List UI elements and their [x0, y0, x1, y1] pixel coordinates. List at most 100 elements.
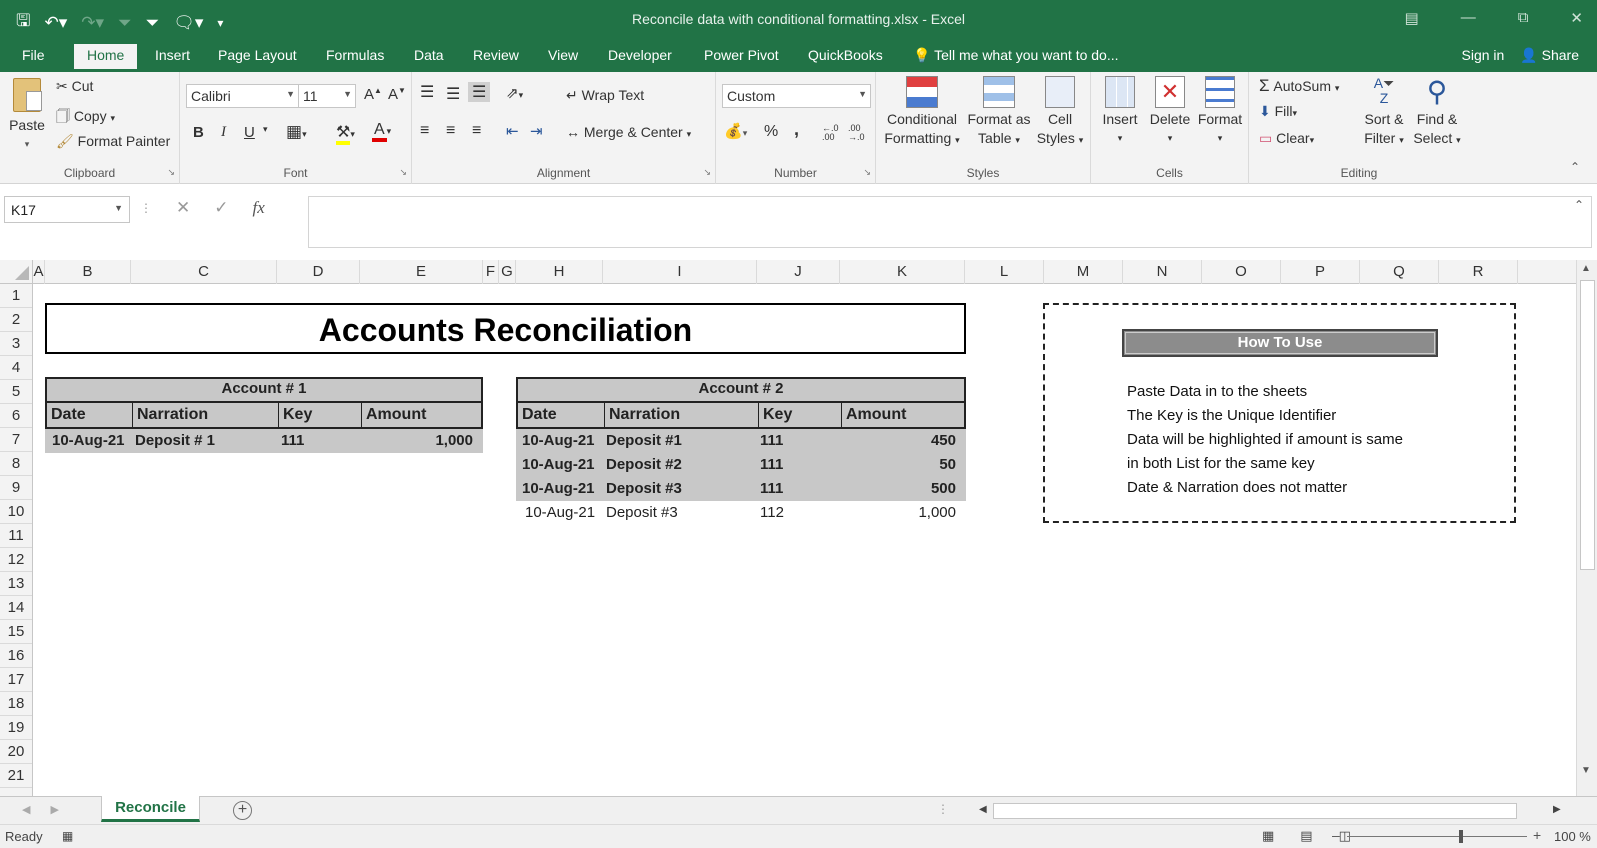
table-row[interactable]: 10-Aug-21 Deposit #1 111 450	[516, 429, 966, 453]
worksheet-grid[interactable]: A B C D E F G H I J K L M N O P Q R 1 2 …	[0, 260, 1597, 796]
zoom-out-icon[interactable]: –	[1332, 827, 1340, 843]
dialog-launcher-icon[interactable]: ↘	[167, 167, 175, 178]
column-header[interactable]: L	[965, 260, 1044, 284]
scroll-left-icon[interactable]: ◀	[979, 804, 987, 815]
column-header[interactable]: P	[1281, 260, 1360, 284]
page-layout-view-icon[interactable]: ▤	[1300, 828, 1312, 844]
column-header[interactable]: J	[757, 260, 840, 284]
horizontal-scrollbar[interactable]: ◀ ▶	[975, 801, 1567, 821]
column-header[interactable]: G	[499, 260, 516, 284]
bold-button[interactable]: B	[193, 124, 204, 141]
scroll-thumb[interactable]	[993, 803, 1517, 819]
vertical-scrollbar[interactable]: ▲ ▼	[1576, 260, 1597, 796]
tab-developer[interactable]: Developer	[608, 47, 672, 63]
row-header[interactable]: 13	[0, 572, 32, 596]
column-label-date[interactable]: Date	[47, 403, 133, 427]
account-1-heading[interactable]: Account # 1	[45, 377, 483, 403]
find-select-button[interactable]: ⚲ Find & Select ▾	[1411, 76, 1463, 150]
row-header[interactable]: 3	[0, 332, 32, 356]
column-header[interactable]: R	[1439, 260, 1518, 284]
account-2-heading[interactable]: Account # 2	[516, 377, 966, 403]
column-header[interactable]: F	[483, 260, 499, 284]
delete-cells-button[interactable]: ✕ Delete ▾	[1145, 76, 1195, 148]
zoom-in-icon[interactable]: +	[1533, 827, 1541, 843]
autosum-button[interactable]: Σ AutoSum ▾	[1259, 76, 1339, 96]
fill-button[interactable]: ⬇ Fill▾	[1259, 103, 1297, 120]
column-label-narration[interactable]: Narration	[605, 403, 759, 427]
row-header[interactable]: 10	[0, 500, 32, 524]
tab-file[interactable]: File	[22, 47, 45, 63]
enter-icon[interactable]: ✓	[214, 198, 228, 218]
row-header[interactable]: 14	[0, 596, 32, 620]
dialog-launcher-icon[interactable]: ↘	[399, 167, 407, 178]
column-label-date[interactable]: Date	[518, 403, 605, 427]
column-header[interactable]: I	[603, 260, 757, 284]
scroll-up-icon[interactable]: ▲	[1581, 263, 1591, 274]
column-header[interactable]: N	[1123, 260, 1202, 284]
column-header[interactable]: C	[131, 260, 277, 284]
number-format-combo[interactable]: Custom ▼	[722, 84, 871, 108]
table-row[interactable]: 10-Aug-21 Deposit #3 112 1,000	[516, 501, 966, 525]
tab-power-pivot[interactable]: Power Pivot	[704, 47, 779, 63]
tab-formulas[interactable]: Formulas	[326, 47, 384, 63]
row-header[interactable]: 6	[0, 404, 32, 428]
cell-styles-button[interactable]: Cell Styles ▾	[1034, 76, 1086, 150]
row-header[interactable]: 1	[0, 284, 32, 308]
sheet-next-icon[interactable]: ▶	[50, 803, 58, 816]
tab-quickbooks[interactable]: QuickBooks	[808, 47, 883, 63]
collapse-ribbon-icon[interactable]: ⌃	[1570, 160, 1580, 174]
column-label-key[interactable]: Key	[759, 403, 842, 427]
formula-input[interactable]	[308, 196, 1592, 248]
split-grip-icon[interactable]: ⋮	[937, 802, 949, 816]
font-name-combo[interactable]: Calibri ▼	[186, 84, 299, 108]
cancel-icon[interactable]: ✕	[176, 198, 190, 218]
decrease-decimal-icon[interactable]: .00 →.0	[848, 124, 865, 142]
increase-indent-icon[interactable]: ⇥	[530, 122, 543, 140]
cut-button[interactable]: ✂ Cut	[56, 78, 93, 95]
align-left-icon[interactable]: ≡	[420, 122, 429, 140]
row-header[interactable]: 18	[0, 692, 32, 716]
underline-button[interactable]: U	[244, 124, 255, 141]
scroll-thumb[interactable]	[1580, 280, 1595, 570]
format-as-table-button[interactable]: Format as Table ▾	[966, 76, 1032, 150]
tell-me-box[interactable]: 💡 Tell me what you want to do...	[913, 47, 1119, 64]
restore-icon[interactable]: ⧉	[1518, 9, 1529, 27]
column-label-amount[interactable]: Amount	[842, 403, 964, 427]
merge-center-button[interactable]: ↔ Merge & Center ▾	[566, 124, 691, 140]
percent-button[interactable]: %	[764, 123, 778, 141]
tab-review[interactable]: Review	[473, 47, 519, 63]
row-header[interactable]: 16	[0, 644, 32, 668]
zoom-knob[interactable]	[1459, 830, 1463, 843]
macro-record-icon[interactable]: ▦	[62, 829, 73, 843]
column-header[interactable]: D	[277, 260, 360, 284]
normal-view-icon[interactable]: ▦	[1262, 828, 1274, 844]
row-header[interactable]: 17	[0, 668, 32, 692]
font-color-button[interactable]: A ▾	[372, 121, 391, 142]
close-icon[interactable]: ✕	[1570, 9, 1583, 27]
paste-button[interactable]: Paste ▾	[6, 78, 48, 154]
conditional-formatting-button[interactable]: Conditional Formatting ▾	[882, 76, 962, 150]
row-header[interactable]: 15	[0, 620, 32, 644]
sort-filter-button[interactable]: A⏷ Z Sort & Filter ▾	[1359, 76, 1409, 150]
clear-button[interactable]: ▭ Clear▾	[1259, 130, 1314, 147]
align-center-icon[interactable]: ≡	[446, 122, 455, 140]
column-header[interactable]: A	[33, 260, 45, 284]
column-header[interactable]: B	[45, 260, 131, 284]
format-painter-button[interactable]: 🖌 Format Painter	[56, 133, 170, 150]
report-title[interactable]: Accounts Reconciliation	[45, 303, 966, 354]
scroll-down-icon[interactable]: ▼	[1581, 765, 1591, 776]
column-label-narration[interactable]: Narration	[133, 403, 279, 427]
column-header[interactable]: H	[516, 260, 603, 284]
borders-button[interactable]: ▦▾	[286, 122, 307, 142]
decrease-indent-icon[interactable]: ⇤	[506, 122, 519, 140]
zoom-slider[interactable]	[1347, 830, 1527, 843]
row-header[interactable]: 19	[0, 716, 32, 740]
row-header[interactable]: 4	[0, 356, 32, 380]
row-header[interactable]: 21	[0, 764, 32, 788]
dialog-launcher-icon[interactable]: ↘	[863, 167, 871, 178]
column-header[interactable]: K	[840, 260, 965, 284]
column-header[interactable]: M	[1044, 260, 1123, 284]
table-row[interactable]: 10-Aug-21 Deposit #2 111 50	[516, 453, 966, 477]
accounting-format-icon[interactable]: 💰▾	[724, 122, 747, 140]
table-row[interactable]: 10-Aug-21 Deposit #3 111 500	[516, 477, 966, 501]
